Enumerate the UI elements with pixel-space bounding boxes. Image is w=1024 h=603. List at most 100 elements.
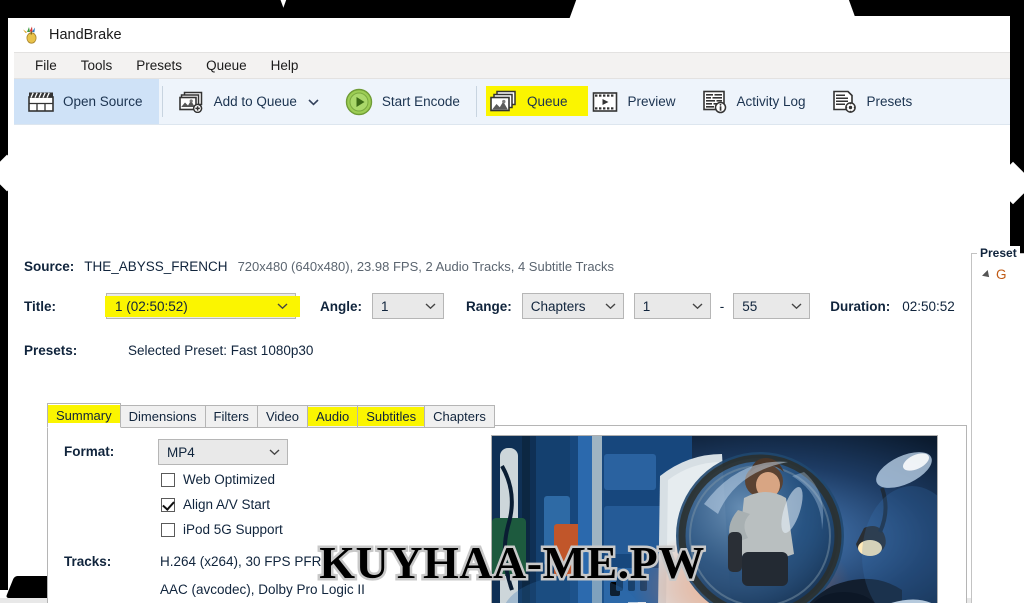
preset-gear-icon	[832, 90, 858, 114]
track-line-audio: AAC (avcodec), Dolby Pro Logic II	[160, 582, 365, 597]
angle-select[interactable]: 1	[372, 293, 444, 319]
log-info-icon	[702, 90, 728, 114]
chevron-down-icon	[692, 302, 703, 310]
tab-audio[interactable]: Audio	[306, 405, 359, 428]
source-name: THE_ABYSS_FRENCH	[84, 259, 228, 274]
preview-image[interactable]: W S	[491, 435, 938, 603]
tab-filters[interactable]: Filters	[204, 405, 258, 428]
range-start-value: 1	[642, 298, 651, 314]
clapperboard-icon	[28, 91, 54, 113]
title-select[interactable]: 1 (02:50:52)	[105, 293, 300, 319]
preview-label: Preview	[627, 94, 676, 109]
decor-shape-top-right	[845, 0, 1024, 16]
range-end-value: 55	[742, 298, 758, 314]
tab-subtitles[interactable]: Subtitles	[357, 405, 426, 428]
preset-tree-item-label: G	[996, 267, 1007, 282]
presets-toolbar-button[interactable]: Presets	[819, 79, 926, 124]
summary-panel: Format: MP4 Web Optimized Align A/V Star…	[47, 425, 967, 603]
chevron-down-icon	[269, 448, 280, 456]
main-toolbar: Open Source Add to Queue Start Encode Qu…	[14, 79, 1010, 125]
presets-label: Presets:	[24, 343, 78, 358]
preview-button[interactable]: Preview	[579, 79, 688, 124]
tab-dimensions-label: Dimensions	[128, 409, 197, 424]
range-start-select[interactable]: 1	[633, 293, 711, 319]
open-source-label: Open Source	[63, 94, 143, 109]
window-title: HandBrake	[49, 27, 122, 43]
tab-chapters-label: Chapters	[433, 409, 486, 424]
tab-subtitles-label: Subtitles	[366, 409, 417, 424]
add-to-queue-button[interactable]: Add to Queue	[166, 79, 332, 124]
chevron-down-icon	[425, 302, 436, 310]
tab-video-label: Video	[265, 409, 299, 424]
range-dash: -	[719, 298, 725, 314]
presets-toolbar-label: Presets	[866, 94, 913, 109]
queue-stack-icon	[490, 90, 518, 114]
start-encode-label: Start Encode	[381, 94, 460, 109]
angle-label: Angle:	[320, 298, 362, 314]
title-label: Title:	[24, 298, 57, 314]
play-circle-icon	[345, 88, 373, 116]
open-source-button[interactable]: Open Source	[14, 79, 159, 124]
tab-filters-label: Filters	[213, 409, 249, 424]
menu-item-queue[interactable]: Queue	[195, 54, 258, 77]
add-image-icon	[178, 91, 205, 113]
tab-summary-label: Summary	[56, 408, 112, 423]
web-optimized-checkbox-row[interactable]: Web Optimized	[161, 472, 275, 487]
title-select-value: 1 (02:50:52)	[115, 298, 188, 314]
preset-side-panel	[971, 253, 1024, 603]
web-optimized-checkbox[interactable]	[161, 472, 175, 487]
title-row: Title: 1 (02:50:52) Angle: 1 Range: Chap…	[24, 293, 955, 319]
align-av-start-checkbox[interactable]	[161, 497, 175, 512]
ipod-5g-support-label: iPod 5G Support	[183, 522, 283, 537]
angle-select-value: 1	[381, 298, 389, 314]
queue-button[interactable]: Queue	[480, 79, 588, 124]
activity-log-button[interactable]: Activity Log	[689, 79, 819, 124]
tab-video[interactable]: Video	[256, 405, 308, 428]
activity-log-label: Activity Log	[736, 94, 806, 109]
queue-label: Queue	[526, 94, 568, 109]
toolbar-separator-2	[475, 86, 477, 117]
add-to-queue-label: Add to Queue	[213, 94, 297, 109]
web-optimized-label: Web Optimized	[183, 472, 276, 487]
tab-audio-label: Audio	[315, 409, 350, 424]
menu-item-presets[interactable]: Presets	[125, 54, 193, 77]
screenshot-root: HandBrake File Tools Presets Queue Help	[0, 0, 1024, 603]
film-play-icon	[592, 91, 618, 113]
menu-item-help[interactable]: Help	[260, 54, 310, 77]
menu-item-tools[interactable]: Tools	[70, 54, 124, 77]
chevron-down-icon	[605, 302, 616, 310]
range-label: Range:	[466, 298, 512, 314]
chevron-down-icon	[277, 302, 288, 310]
format-select[interactable]: MP4	[158, 439, 288, 465]
start-encode-button[interactable]: Start Encode	[332, 79, 473, 124]
duration-label: Duration:	[830, 298, 891, 314]
source-label: Source:	[24, 259, 75, 274]
ipod-5g-support-checkbox[interactable]	[161, 522, 175, 537]
preset-panel-title: Preset	[977, 246, 1020, 260]
format-label: Format:	[64, 444, 115, 459]
tracks-label: Tracks:	[64, 554, 112, 569]
menu-item-file[interactable]: File	[24, 54, 68, 77]
track-line-video: H.264 (x264), 30 FPS PFR	[160, 554, 322, 569]
format-select-value: MP4	[167, 444, 195, 460]
tab-strip: Summary Dimensions Filters Video Audio S…	[47, 403, 495, 428]
preset-tree-item[interactable]: G	[982, 267, 1007, 282]
triangle-expand-icon[interactable]	[982, 269, 992, 280]
title-bar: HandBrake	[14, 18, 1010, 52]
range-type-value: Chapters	[530, 298, 586, 314]
tab-dimensions[interactable]: Dimensions	[119, 405, 206, 428]
align-av-start-checkbox-row[interactable]: Align A/V Start	[161, 497, 270, 512]
tab-chapters[interactable]: Chapters	[424, 405, 495, 428]
menu-bar: File Tools Presets Queue Help	[14, 52, 1010, 79]
handbrake-window: HandBrake File Tools Presets Queue Help	[14, 18, 1024, 603]
source-row: Source: THE_ABYSS_FRENCH 720x480 (640x48…	[24, 259, 614, 274]
chevron-down-icon[interactable]	[308, 98, 319, 106]
duration-value: 02:50:52	[902, 298, 955, 314]
range-end-select[interactable]: 55	[733, 293, 811, 319]
ipod-5g-support-checkbox-row[interactable]: iPod 5G Support	[161, 522, 283, 537]
decor-shape-top-left	[0, 0, 288, 18]
range-type-select[interactable]: Chapters	[521, 293, 624, 319]
tab-summary[interactable]: Summary	[47, 403, 121, 428]
source-details: 720x480 (640x480), 23.98 FPS, 2 Audio Tr…	[237, 259, 615, 274]
handbrake-pineapple-icon	[20, 25, 40, 45]
